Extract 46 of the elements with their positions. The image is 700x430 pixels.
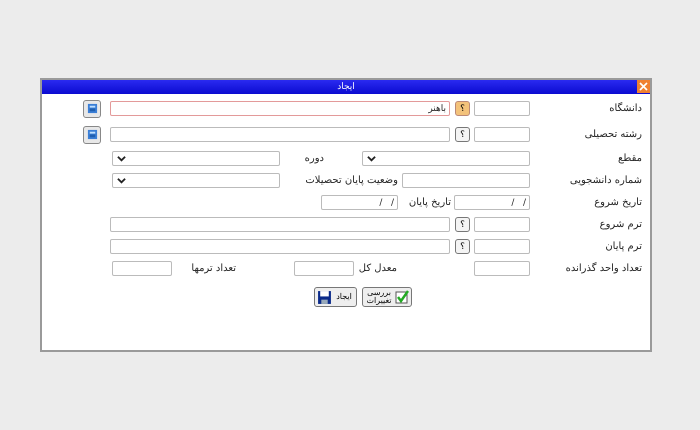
- name-field[interactable]: باهنر: [110, 101, 450, 116]
- field-label: ترم پایان: [604, 241, 642, 252]
- field-label: دانشگاه: [608, 103, 642, 114]
- dropdown[interactable]: [112, 173, 280, 188]
- student-number-field[interactable]: [402, 173, 530, 188]
- help-button[interactable]: ؟: [455, 101, 470, 116]
- field-label: تاریخ پایان: [408, 197, 452, 208]
- field-label: وضعیت پایان تحصیلات: [304, 175, 399, 186]
- code-field[interactable]: [474, 239, 530, 254]
- help-button[interactable]: ؟: [455, 217, 470, 232]
- field-label: شماره دانشجویی: [568, 175, 642, 186]
- chevron-down-icon: [117, 176, 126, 185]
- field-label: مقطع: [617, 153, 642, 164]
- lookup-button[interactable]: [83, 100, 101, 118]
- code-field[interactable]: [474, 217, 530, 232]
- review-changes-button[interactable]: بررسی تغییرات: [362, 287, 412, 307]
- help-button[interactable]: ؟: [455, 127, 470, 142]
- field-label: تعداد واحد گذرانده: [564, 263, 642, 274]
- terms-count-field[interactable]: [112, 261, 172, 276]
- field-label: تاریخ شروع: [593, 197, 642, 208]
- date-field[interactable]: / /: [321, 195, 398, 210]
- name-field[interactable]: [110, 127, 450, 142]
- form-icon: [86, 129, 98, 140]
- window-title: ایجاد: [337, 82, 355, 92]
- code-field[interactable]: [474, 101, 530, 116]
- close-icon[interactable]: [637, 80, 650, 93]
- lookup-button[interactable]: [83, 126, 101, 144]
- field-label: معدل کل: [358, 263, 398, 274]
- field-label: رشته تحصیلی: [584, 129, 642, 140]
- name-field[interactable]: [110, 239, 450, 254]
- form-icon: [86, 103, 98, 114]
- dropdown[interactable]: [362, 151, 530, 166]
- name-field[interactable]: [110, 217, 450, 232]
- dropdown[interactable]: [112, 151, 280, 166]
- help-button[interactable]: ؟: [455, 239, 470, 254]
- chevron-down-icon: [367, 154, 376, 163]
- field-label: تعداد ترمها: [190, 263, 237, 274]
- chevron-down-icon: [117, 154, 126, 163]
- code-field[interactable]: [474, 127, 530, 142]
- date-field[interactable]: / /: [454, 195, 530, 210]
- gpa-field[interactable]: [294, 261, 354, 276]
- field-label: دوره: [304, 153, 325, 164]
- checkmark-icon: [395, 290, 409, 304]
- create-button[interactable]: ایجاد: [314, 287, 357, 307]
- field-label: ترم شروع: [598, 219, 642, 230]
- units-field[interactable]: [474, 261, 530, 276]
